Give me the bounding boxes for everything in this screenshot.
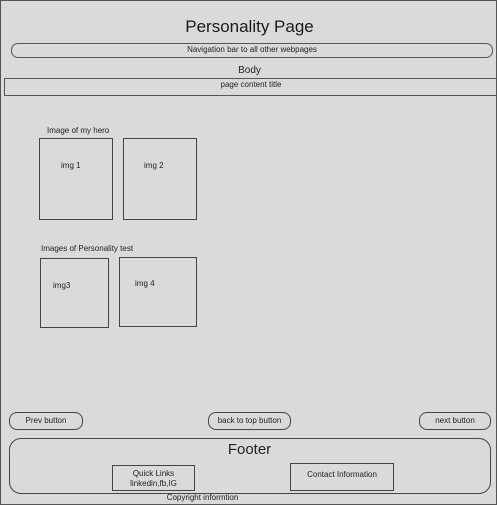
content-title-bar: page content title (4, 78, 497, 96)
navigation-bar[interactable]: Navigation bar to all other webpages (11, 43, 493, 58)
social-links[interactable]: linkedin,fb,IG (113, 479, 194, 489)
footer-title: Footer (227, 441, 272, 458)
image-1-label: img 1 (61, 161, 81, 170)
personality-test-label: Images of Personality test (41, 244, 134, 253)
prev-button[interactable]: Prev button (9, 412, 83, 430)
body-label: Body (238, 65, 261, 76)
quick-links-label: Quick Links (132, 469, 175, 478)
next-button[interactable]: next button (419, 412, 491, 430)
page-title: Personality Page (185, 17, 314, 36)
wireframe-page: Personality Page Navigation bar to all o… (0, 0, 497, 505)
image-placeholder-2: img 2 (123, 138, 197, 220)
image-3-label: img3 (53, 281, 71, 290)
image-2-label: img 2 (144, 161, 164, 170)
contact-info-box[interactable]: Contact Information (290, 463, 394, 491)
image-placeholder-1: img 1 (39, 138, 113, 220)
image-4-label: img 4 (135, 279, 155, 288)
image-placeholder-3: img3 (40, 258, 109, 328)
copyright-text: Copyright informtion (166, 493, 239, 502)
image-placeholder-4: img 4 (119, 257, 197, 327)
back-to-top-button[interactable]: back to top button (208, 412, 291, 430)
hero-section-label: Image of my hero (47, 126, 110, 135)
quick-links-box[interactable]: Quick Links linkedin,fb,IG (112, 465, 195, 491)
